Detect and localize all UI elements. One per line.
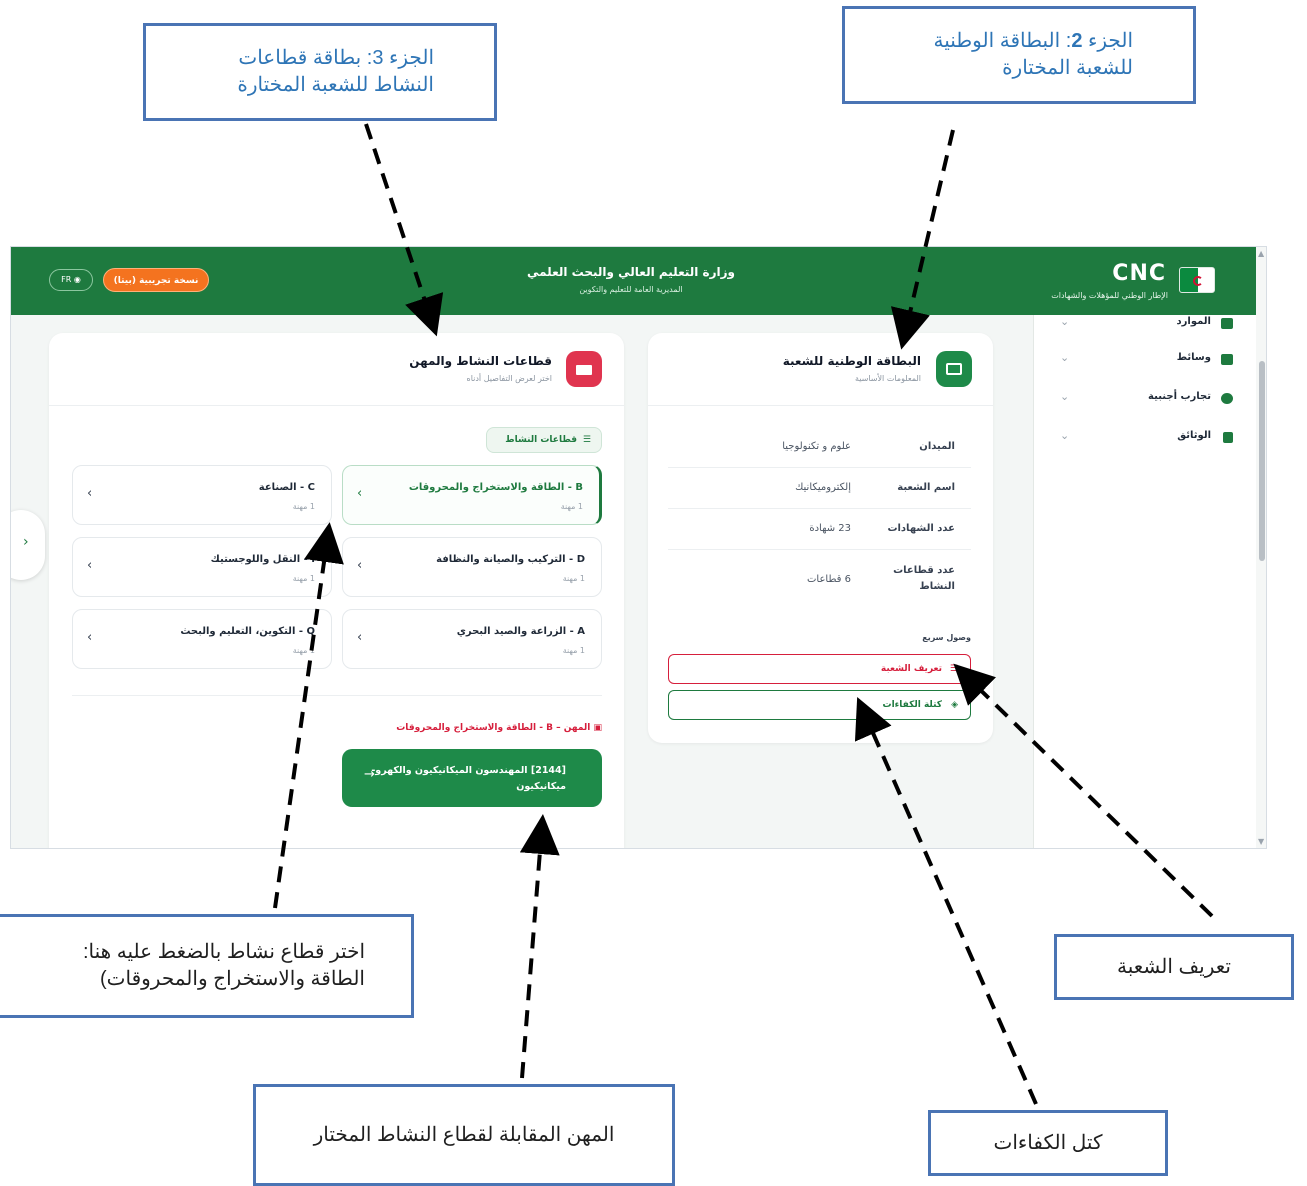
annotation-arrows <box>273 123 1214 1105</box>
arrow-part2 <box>890 129 955 350</box>
arrow-definition <box>953 663 1214 918</box>
arrow-competencies <box>854 697 1038 1105</box>
arrow-part3 <box>364 123 444 337</box>
arrow-select-sector <box>273 522 344 909</box>
arrow-professions <box>519 814 560 1079</box>
